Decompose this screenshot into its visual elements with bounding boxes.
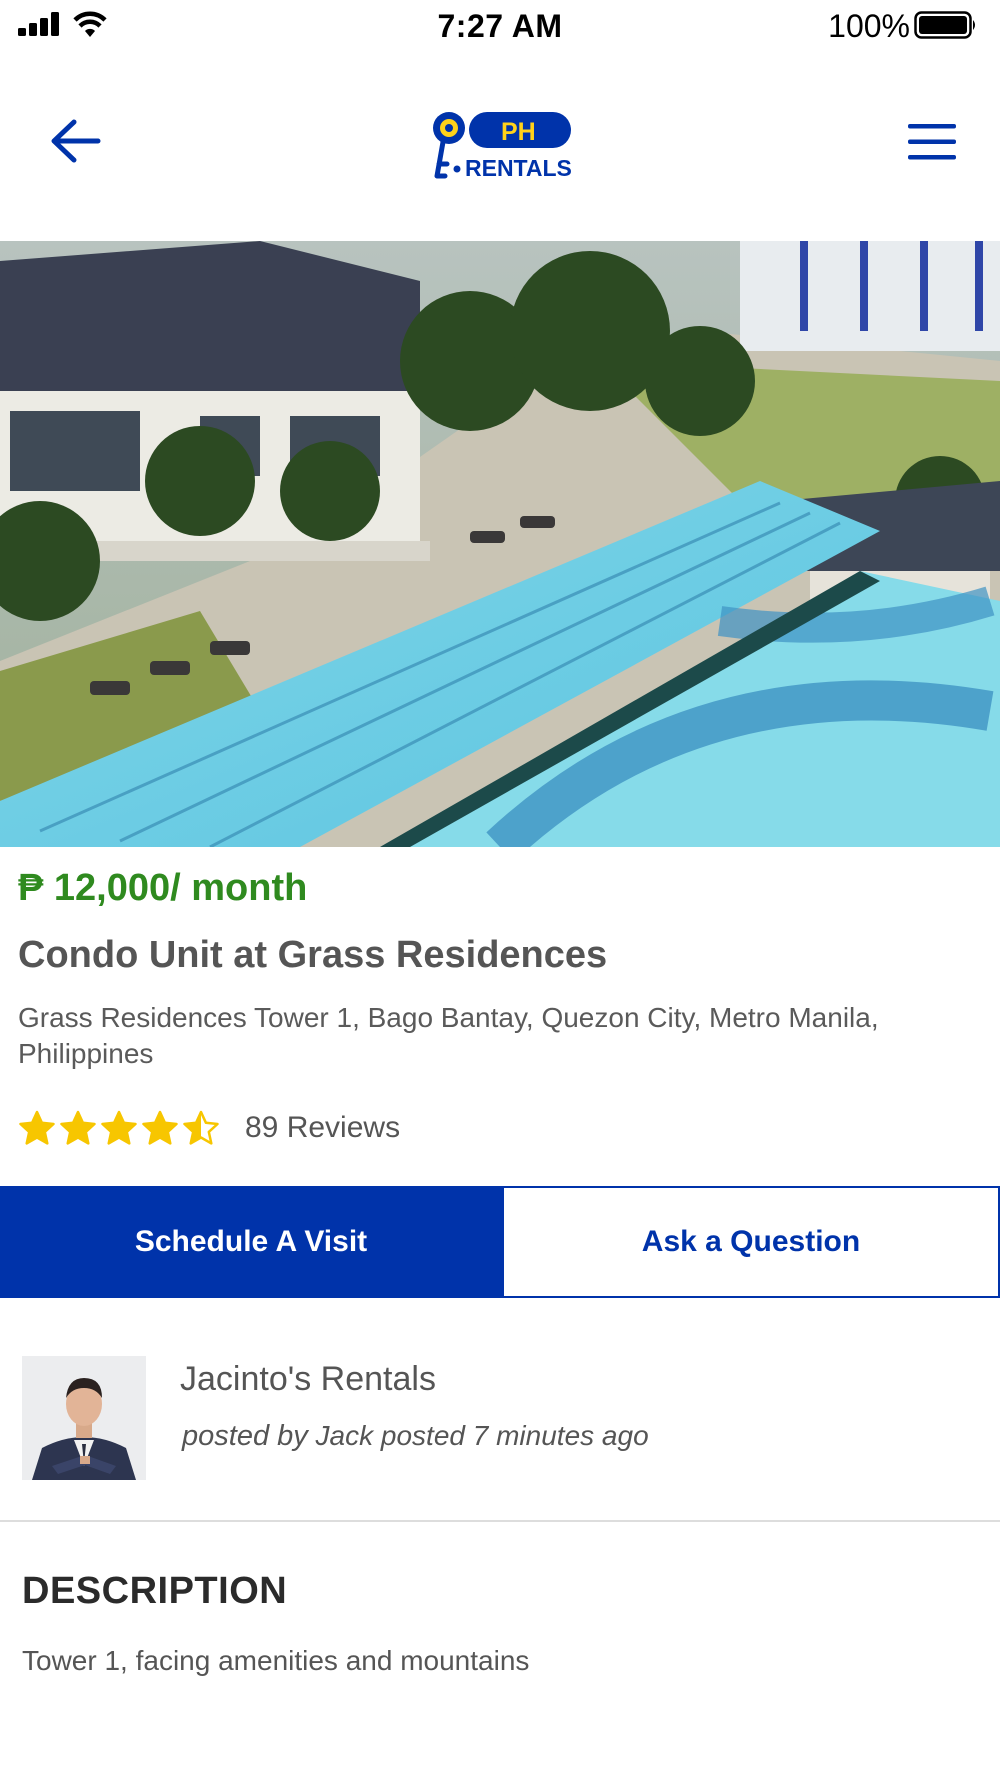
listing-price: ₱ 12,000/ month — [18, 867, 308, 909]
ask-question-button[interactable]: Ask a Question — [502, 1186, 1000, 1298]
poster-card[interactable]: Jacinto's Rentals posted by Jack posted … — [0, 1356, 1000, 1481]
battery-icon — [914, 11, 975, 39]
star-full-icon — [60, 1110, 96, 1145]
svg-text:RENTALS: RENTALS — [465, 155, 572, 181]
poster-name[interactable]: Jacinto's Rentals — [180, 1360, 436, 1399]
action-buttons: Schedule A Visit Ask a Question — [0, 1186, 1000, 1298]
schedule-visit-button[interactable]: Schedule A Visit — [0, 1186, 502, 1298]
avatar[interactable] — [22, 1356, 146, 1480]
posted-detail: Jack posted 7 minutes ago — [315, 1420, 649, 1451]
rating-row[interactable]: 89 Reviews — [18, 1108, 400, 1148]
description-heading: DESCRIPTION — [22, 1570, 288, 1612]
ph-rentals-logo[interactable]: PH RENTALS — [427, 106, 575, 181]
posted-info: posted by Jack posted 7 minutes ago — [182, 1420, 649, 1453]
description-text: Tower 1, facing amenities and mountains — [22, 1645, 530, 1676]
reviews-count[interactable]: 89 Reviews — [245, 1111, 400, 1145]
battery-percent: 100% — [828, 8, 910, 44]
star-full-icon — [142, 1110, 178, 1145]
star-full-icon — [101, 1110, 137, 1145]
star-half-icon — [183, 1110, 219, 1145]
posted-by-label: posted by — [182, 1420, 308, 1452]
top-navbar: PH RENTALS — [0, 88, 1000, 198]
section-divider — [0, 1520, 1000, 1522]
svg-text:PH: PH — [501, 118, 536, 146]
listing-address: Grass Residences Tower 1, Bago Bantay, Q… — [18, 1002, 879, 1069]
star-full-icon — [19, 1110, 55, 1145]
listing-title: Condo Unit at Grass Residences — [18, 934, 608, 976]
arrow-left-icon[interactable] — [44, 116, 104, 166]
star-rating — [18, 1110, 223, 1146]
listing-photo[interactable] — [0, 241, 1000, 847]
hamburger-menu-icon[interactable] — [906, 121, 958, 163]
status-bar: 7:27 AM 100% — [0, 0, 1000, 50]
